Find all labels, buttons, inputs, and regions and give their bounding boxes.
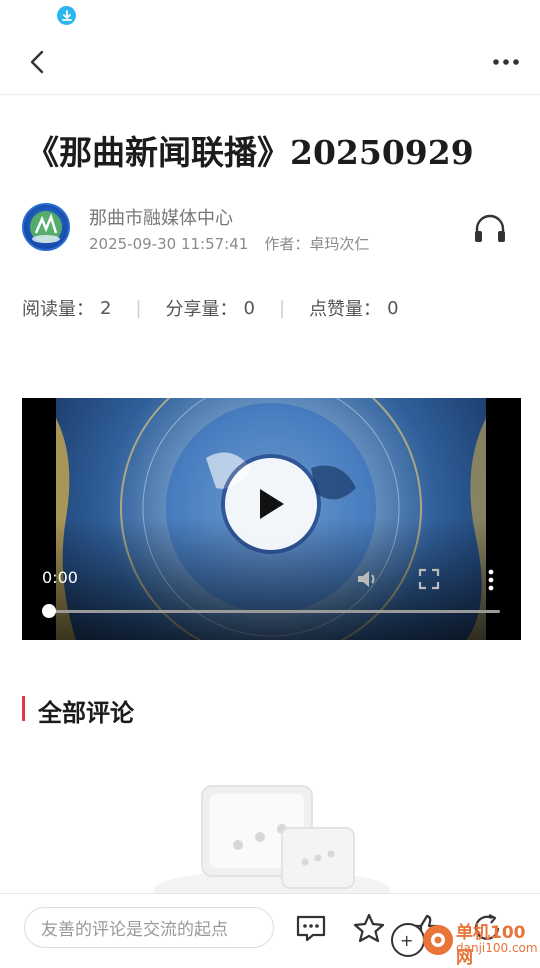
article-stats: 阅读量： 2 | 分享量： 0 | 点赞量： 0 bbox=[22, 295, 399, 321]
share-count-label: 分享量： bbox=[165, 299, 238, 320]
comments-section-title: 全部评论 bbox=[38, 699, 134, 727]
article-meta: 2025-09-30 11:57:41 作者：卓玛次仁 bbox=[89, 233, 369, 254]
article-title: 《那曲新闻联播》20250929 bbox=[26, 133, 474, 172]
star-icon bbox=[353, 913, 385, 943]
chat-bubbles-icon bbox=[154, 785, 390, 910]
video-player[interactable]: 0:00 bbox=[22, 398, 521, 640]
play-icon bbox=[260, 489, 284, 519]
download-notification-icon bbox=[57, 6, 76, 25]
read-count-value: 2 bbox=[100, 297, 112, 319]
publish-datetime: 2025-09-30 11:57:41 bbox=[89, 235, 249, 253]
play-button[interactable] bbox=[225, 458, 317, 550]
chevron-left-icon bbox=[30, 50, 44, 74]
favorite-button[interactable] bbox=[353, 913, 385, 943]
divider: | bbox=[278, 297, 286, 319]
vertical-dots-icon bbox=[488, 569, 494, 591]
more-dots-icon bbox=[493, 59, 519, 65]
top-navbar bbox=[0, 32, 540, 95]
media-center-logo-icon bbox=[30, 211, 62, 243]
more-button[interactable] bbox=[488, 46, 524, 78]
headphones-icon bbox=[475, 214, 505, 242]
empty-comments-illustration bbox=[150, 780, 395, 910]
divider: | bbox=[135, 297, 142, 319]
share-count-value: 0 bbox=[243, 297, 255, 319]
source-name[interactable]: 那曲市融媒体中心 bbox=[89, 204, 233, 230]
progress-track[interactable] bbox=[50, 610, 500, 613]
video-more-button[interactable] bbox=[484, 568, 498, 592]
watermark-badge-icon: + bbox=[391, 923, 453, 957]
volume-button[interactable] bbox=[356, 568, 380, 590]
comment-button[interactable] bbox=[295, 913, 327, 943]
comment-icon bbox=[296, 915, 326, 942]
progress-knob[interactable] bbox=[42, 604, 56, 618]
current-time: 0:00 bbox=[42, 568, 78, 587]
like-count-label: 点赞量： bbox=[309, 299, 382, 320]
fullscreen-icon bbox=[418, 568, 440, 590]
section-accent-bar bbox=[22, 696, 25, 721]
like-count-value: 0 bbox=[387, 297, 399, 319]
author-name: 作者：卓玛次仁 bbox=[264, 235, 370, 253]
fullscreen-button[interactable] bbox=[418, 568, 440, 590]
source-avatar[interactable] bbox=[22, 203, 70, 251]
svg-text:+: + bbox=[400, 931, 413, 950]
back-button[interactable] bbox=[22, 46, 54, 78]
comment-input[interactable]: 友善的评论是交流的起点 bbox=[24, 907, 274, 948]
listen-button[interactable] bbox=[472, 212, 508, 244]
read-count-label: 阅读量： bbox=[22, 299, 94, 320]
status-bar bbox=[0, 0, 540, 32]
watermark-url: danji100.com bbox=[456, 941, 538, 955]
volume-icon bbox=[358, 571, 375, 587]
